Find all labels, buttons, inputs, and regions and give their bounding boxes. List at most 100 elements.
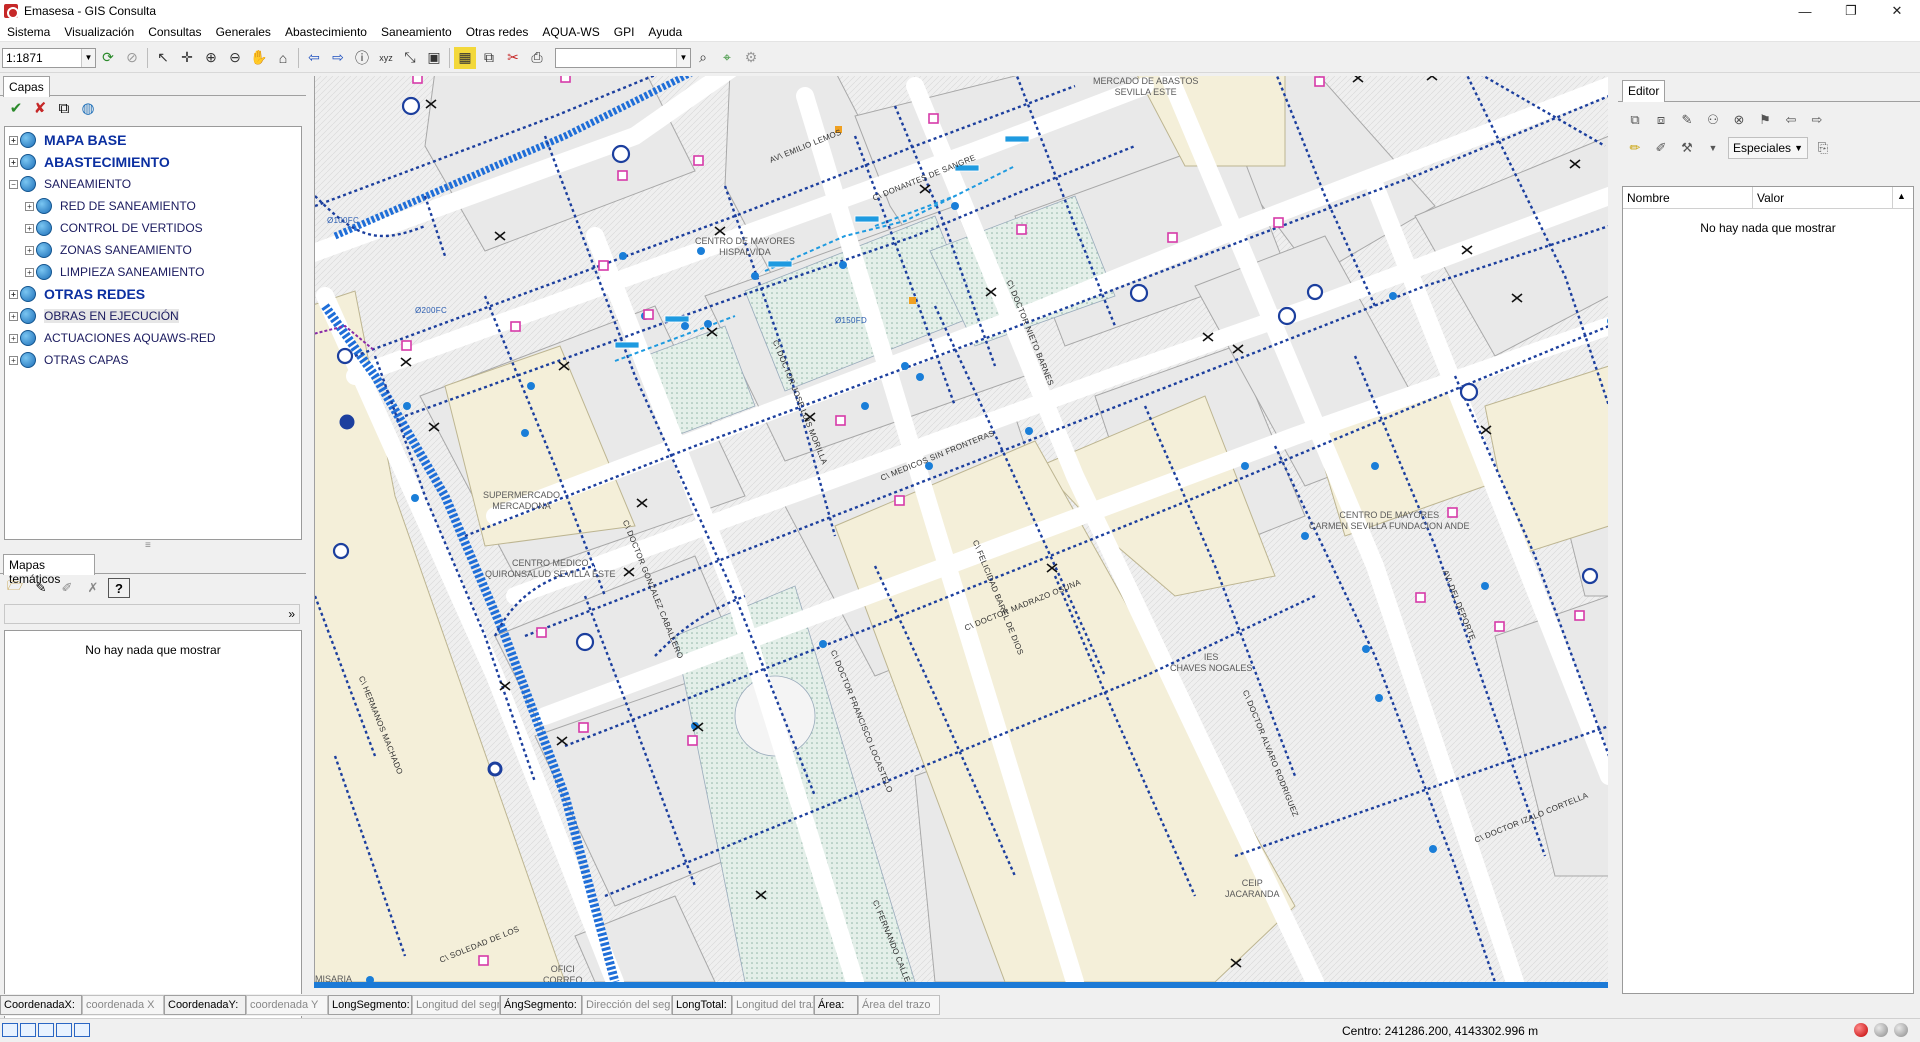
view-split-icon[interactable]: [20, 1023, 36, 1037]
chevron-down-icon[interactable]: ▼: [1702, 137, 1724, 159]
expand-icon[interactable]: +: [9, 289, 18, 299]
menu-visualizacion[interactable]: Visualización: [57, 22, 141, 42]
menu-generales[interactable]: Generales: [209, 22, 278, 42]
tree-item-abastecimiento[interactable]: + ABASTECIMIENTO: [5, 151, 301, 173]
tab-capas[interactable]: Capas: [3, 76, 50, 97]
tree-item-limpieza-saneamiento[interactable]: + LIMPIEZA SANEAMIENTO: [5, 261, 301, 283]
search-select[interactable]: ▼: [555, 47, 691, 68]
search-icon[interactable]: ⌕: [692, 47, 714, 69]
thematic-options-bar[interactable]: »: [4, 604, 300, 624]
grid-icon[interactable]: ▦: [454, 46, 476, 69]
tree-item-mapa-base[interactable]: + MAPA BASE: [5, 129, 301, 151]
expand-icon[interactable]: +: [25, 201, 34, 211]
close-icon[interactable]: ✘: [30, 98, 50, 118]
globe-icon[interactable]: ◍: [78, 98, 98, 118]
flag-icon[interactable]: ⚑: [1754, 109, 1776, 131]
tree-item-otras-capas[interactable]: + OTRAS CAPAS: [5, 349, 301, 371]
zoom-in-icon[interactable]: ⊕: [200, 47, 222, 69]
tools-icon[interactable]: ⚒: [1676, 137, 1698, 159]
view-grid-icon[interactable]: [38, 1023, 54, 1037]
locate-icon[interactable]: ⌖: [716, 47, 738, 69]
area-field[interactable]: Área del trazo: [858, 995, 940, 1015]
open-folder-icon[interactable]: 🗁: [4, 578, 26, 598]
copy-feature-icon[interactable]: ⧉: [1624, 109, 1646, 131]
cancel-edit-icon[interactable]: ⊗: [1728, 109, 1750, 131]
sort-icon[interactable]: ▲: [1893, 187, 1913, 208]
forward-arrow-icon[interactable]: ⇨: [327, 47, 349, 69]
expand-icon[interactable]: +: [9, 311, 18, 321]
measure-icon[interactable]: ⤡: [399, 47, 421, 69]
menu-ayuda[interactable]: Ayuda: [641, 22, 689, 42]
back-arrow-icon[interactable]: ⇦: [303, 47, 325, 69]
view-columns-icon[interactable]: [56, 1023, 72, 1037]
home-icon[interactable]: ⌂: [272, 47, 294, 69]
close-button[interactable]: ✕: [1874, 0, 1920, 22]
tree-item-control-de-vertidos[interactable]: + CONTROL DE VERTIDOS: [5, 217, 301, 239]
zoom-out-icon[interactable]: ⊖: [224, 47, 246, 69]
settings-icon[interactable]: ⚙: [740, 47, 762, 69]
long-total-field[interactable]: Longitud del trazo: [732, 995, 814, 1015]
menu-abastecimiento[interactable]: Abastecimiento: [278, 22, 374, 42]
coord-y-field[interactable]: coordenada Y: [246, 995, 328, 1015]
select-arrow-icon[interactable]: ↖: [152, 47, 174, 69]
paste-feature-icon[interactable]: ⧈: [1650, 109, 1672, 131]
expand-icon[interactable]: +: [25, 267, 34, 277]
xyz-icon[interactable]: xyz: [375, 47, 397, 69]
tree-item-zonas-saneamiento[interactable]: + ZONAS SANEAMIENTO: [5, 239, 301, 261]
menu-consultas[interactable]: Consultas: [141, 22, 208, 42]
view-single-icon[interactable]: [2, 1023, 18, 1037]
panel-splitter[interactable]: [0, 540, 306, 552]
menu-saneamiento[interactable]: Saneamiento: [374, 22, 459, 42]
ang-segmento-field[interactable]: Dirección del segm: [582, 995, 672, 1015]
layers-icon[interactable]: ⧉: [54, 98, 74, 118]
column-header-valor[interactable]: Valor: [1753, 187, 1893, 208]
tab-editor[interactable]: Editor: [1622, 80, 1666, 102]
double-chevron-icon[interactable]: »: [288, 607, 295, 621]
collapse-icon[interactable]: −: [9, 179, 18, 189]
edit-geometry-icon[interactable]: ✎: [1676, 109, 1698, 131]
help-icon[interactable]: ?: [108, 578, 130, 598]
chevron-down-icon[interactable]: ▼: [676, 48, 690, 67]
edit-icon[interactable]: ✎: [30, 578, 52, 598]
tree-item-otras-redes[interactable]: + OTRAS REDES: [5, 283, 301, 305]
draw-icon[interactable]: ✐: [1650, 137, 1672, 159]
binoculars-icon[interactable]: ⚇: [1702, 109, 1724, 131]
maximize-button[interactable]: ❐: [1828, 0, 1874, 22]
chevron-down-icon[interactable]: ▼: [81, 48, 95, 67]
rename-icon[interactable]: ✐: [56, 578, 78, 598]
overview-icon[interactable]: ▣: [423, 47, 445, 69]
stop-icon[interactable]: ⊘: [121, 47, 143, 69]
pencil-icon[interactable]: ✏: [1624, 137, 1646, 159]
crosshair-icon[interactable]: ✛: [176, 47, 198, 69]
map-canvas[interactable]: MERCADO DE ABASTOS SEVILLA ESTE CENTRO D…: [314, 76, 1608, 982]
tree-item-red-de-saneamiento[interactable]: + RED DE SANEAMIENTO: [5, 195, 301, 217]
pan-hand-icon[interactable]: ✋: [248, 47, 270, 69]
expand-icon[interactable]: +: [25, 245, 34, 255]
menu-aqua-ws[interactable]: AQUA-WS: [535, 22, 606, 42]
check-icon[interactable]: ✔: [6, 98, 26, 118]
tree-item-obras-en-ejecucion[interactable]: + OBRAS EN EJECUCIÓN: [5, 305, 301, 327]
tree-item-actuaciones-aquaws-red[interactable]: + ACTUACIONES AQUAWS-RED: [5, 327, 301, 349]
delete-icon[interactable]: ✗: [82, 578, 104, 598]
tree-item-saneamiento[interactable]: − SANEAMIENTO: [5, 173, 301, 195]
long-segmento-field[interactable]: Longitud del segm: [412, 995, 500, 1015]
print-icon[interactable]: ⎙: [526, 47, 548, 69]
layers-print-icon[interactable]: ⧉: [478, 47, 500, 69]
undo-arrow-icon[interactable]: ⇦: [1780, 109, 1802, 131]
scale-select[interactable]: 1:1871 ▼: [2, 47, 96, 68]
expand-icon[interactable]: +: [9, 333, 18, 343]
menu-otras-redes[interactable]: Otras redes: [459, 22, 536, 42]
expand-icon[interactable]: +: [9, 135, 18, 145]
refresh-icon[interactable]: ⟳: [97, 47, 119, 69]
redo-arrow-icon[interactable]: ⇨: [1806, 109, 1828, 131]
save-icon[interactable]: ⎘: [1812, 137, 1834, 159]
menu-sistema[interactable]: Sistema: [0, 22, 57, 42]
menu-gpi[interactable]: GPI: [607, 22, 642, 42]
route-icon[interactable]: ✂: [502, 47, 524, 69]
expand-icon[interactable]: +: [25, 223, 34, 233]
coord-x-field[interactable]: coordenada X: [82, 995, 164, 1015]
tab-mapas-tematicos[interactable]: Mapas temáticos: [3, 554, 95, 586]
expand-icon[interactable]: +: [9, 355, 18, 365]
view-wide-icon[interactable]: [74, 1023, 90, 1037]
minimize-button[interactable]: —: [1782, 0, 1828, 22]
